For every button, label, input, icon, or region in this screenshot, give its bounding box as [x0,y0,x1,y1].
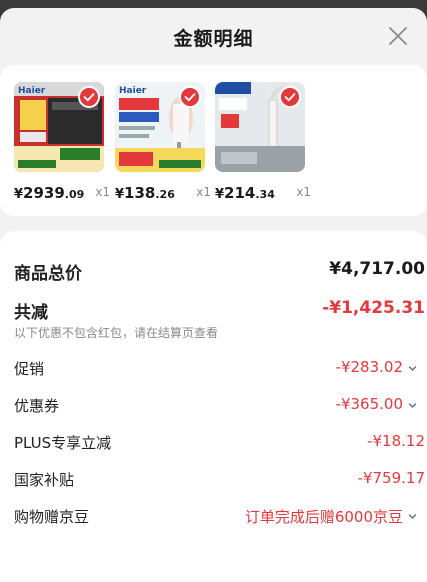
jd-beans-row[interactable]: 购物赠京豆 订单完成后赠6000京豆 [14,506,417,528]
chevron-down-icon[interactable] [408,364,417,373]
total-discount-value: -¥1,425.31 [322,298,425,318]
product-price: ¥2939.09 [14,184,85,202]
sheet-header: 金额明细 [0,8,427,62]
total-discount-row: 共减 -¥1,425.31 [14,298,425,323]
national-subsidy-value: -¥759.17 [357,469,425,487]
promotion-label: 促销 [14,360,45,378]
product-item[interactable]: Haier ¥2939.09 x1 [14,82,114,202]
selected-check-icon [78,86,100,108]
selected-check-icon [279,86,301,108]
jd-beans-label: 购物赠京豆 [14,508,90,526]
product-price-row: ¥138.26 x1 [115,183,211,202]
product-quantity: x1 [196,185,211,199]
plus-discount-value: -¥18.12 [367,432,425,450]
total-price-row: 商品总价 ¥4,717.00 [14,259,425,284]
coupon-value: -¥365.00 [335,395,403,413]
chevron-down-icon[interactable] [408,512,417,521]
amount-detail-sheet: 金额明细 Haier ¥2939.09 x1 Haier ¥138.26 x1 … [0,8,427,582]
product-price: ¥138.26 [115,184,175,202]
selected-check-icon [179,86,201,108]
close-icon[interactable] [387,25,409,47]
product-price-row: ¥214.34 x1 [215,183,311,202]
sheet-title: 金额明细 [173,28,254,50]
product-price-row: ¥2939.09 x1 [14,183,110,202]
svg-text:Haier: Haier [18,86,46,96]
national-subsidy-label: 国家补贴 [14,471,75,489]
product-quantity: x1 [296,185,311,199]
promotion-value: -¥283.02 [335,358,403,376]
plus-discount-label: PLUS专享立减 [14,434,112,452]
product-item[interactable]: Haier ¥138.26 x1 [115,82,215,202]
promotion-row[interactable]: 促销 -¥283.02 [14,358,417,380]
national-subsidy-row: 国家补贴 -¥759.17 [14,469,425,491]
coupon-label: 优惠券 [14,397,60,415]
product-thumbnail[interactable]: Haier [14,82,104,172]
product-thumbnail[interactable] [215,82,305,172]
svg-text:Haier: Haier [119,86,147,96]
jd-beans-value: 订单完成后赠6000京豆 [244,508,403,526]
product-list-card: Haier ¥2939.09 x1 Haier ¥138.26 x1 ¥214.… [0,65,427,216]
product-quantity: x1 [95,185,110,199]
discount-note: 以下优惠不包含红包，请在结算页查看 [14,326,219,340]
total-discount-label: 共减 [14,303,48,323]
total-price-value: ¥4,717.00 [329,259,425,279]
product-thumbnail[interactable]: Haier [115,82,205,172]
coupon-row[interactable]: 优惠券 -¥365.00 [14,395,417,417]
product-price: ¥214.34 [215,184,275,202]
price-summary-card: 商品总价 ¥4,717.00 共减 -¥1,425.31 以下优惠不包含红包，请… [0,231,427,582]
total-price-label: 商品总价 [14,264,82,284]
product-item[interactable]: ¥214.34 x1 [215,82,315,202]
chevron-down-icon[interactable] [408,401,417,410]
plus-discount-row: PLUS专享立减 -¥18.12 [14,432,425,454]
